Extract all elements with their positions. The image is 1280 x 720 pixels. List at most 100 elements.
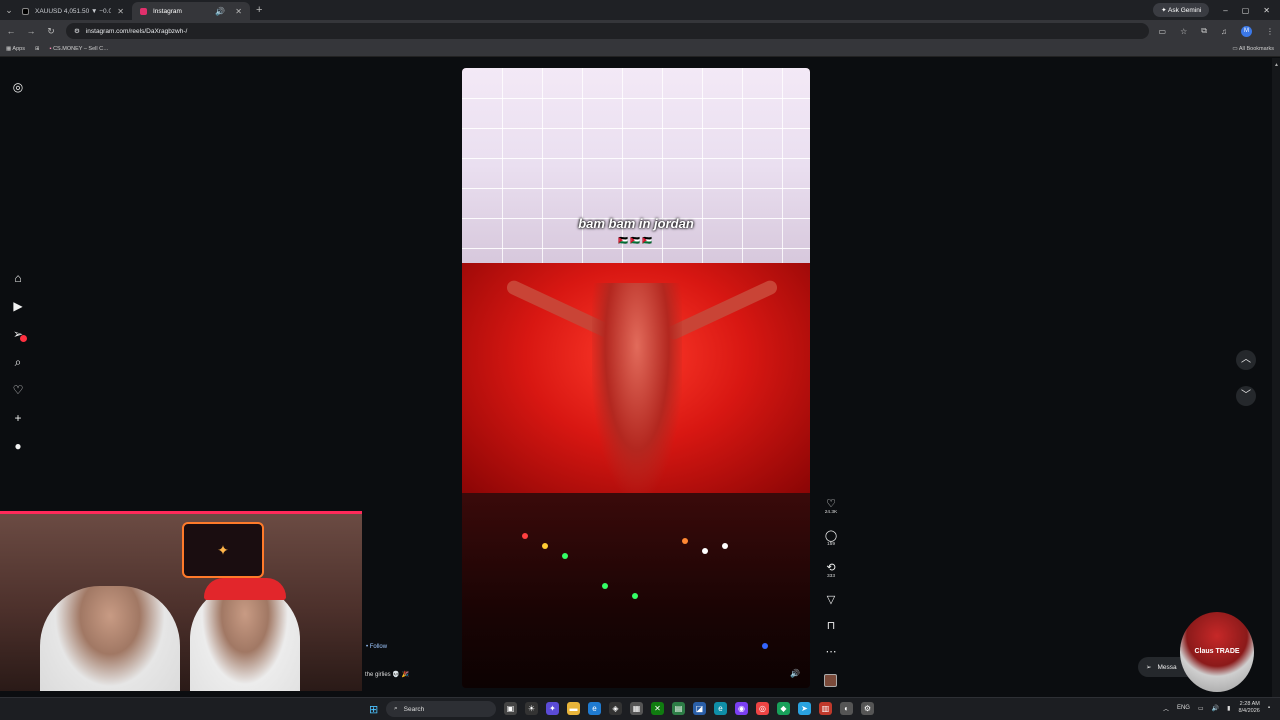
messenger-icon: ➢	[1146, 664, 1152, 671]
tab-xauusd[interactable]: XAUUSD 4,051.50 ▼ −0.09% C… ✕	[14, 2, 132, 20]
new-tab-button[interactable]: +	[256, 4, 262, 16]
grid-icon[interactable]: ⊞	[35, 46, 40, 52]
bookmark-csmoney[interactable]: ▪ CS.MONEY – Sell C…	[50, 46, 109, 52]
create-plus-icon[interactable]: +	[11, 411, 25, 425]
volume-icon[interactable]: 🔊	[1212, 705, 1219, 712]
minimize-icon[interactable]: –	[1223, 6, 1227, 15]
channel-logo-badge: Claus TRADE	[1180, 612, 1254, 692]
close-icon[interactable]: ✕	[235, 7, 242, 16]
messenger-app-icon[interactable]: ◉	[735, 702, 748, 715]
audio-thumbnail[interactable]	[824, 674, 837, 687]
search-icon[interactable]: ⌕	[11, 355, 25, 369]
system-tray: ︿ ENG ▭ 🔊 ▮ 2:28 AM 8/4/2026 ▪	[1163, 701, 1270, 715]
edge-app-icon[interactable]: e	[588, 702, 601, 715]
search-icon: ⌕	[394, 705, 398, 712]
more-dots-icon: ⋯	[825, 646, 837, 658]
comment-icon: ◯	[824, 530, 838, 542]
settings-icon[interactable]: ⚙	[861, 702, 874, 715]
tray-chevron-icon[interactable]: ︿	[1163, 704, 1169, 713]
instagram-icon	[140, 7, 147, 15]
like-button[interactable]: ♡ 24.3K	[820, 498, 842, 515]
scrollbar[interactable]: ▲	[1272, 58, 1280, 697]
bookmark-apps[interactable]: ▦ Apps	[6, 46, 25, 52]
extensions-icon[interactable]: ⧉	[1201, 26, 1207, 36]
all-bookmarks[interactable]: ▭ All Bookmarks	[1232, 46, 1274, 52]
bookmark-apps-label: Apps	[12, 46, 25, 52]
widgets-icon[interactable]: ☀	[525, 702, 538, 715]
like-count: 24.3K	[824, 510, 838, 515]
telegram-icon[interactable]: ➤	[798, 702, 811, 715]
instagram-logo-icon[interactable]: ◎	[11, 80, 25, 94]
chrome-icon[interactable]: ◎	[756, 702, 769, 715]
file-explorer-icon[interactable]: ▬	[567, 702, 580, 715]
back-icon[interactable]: ←	[6, 26, 16, 36]
tab-title: XAUUSD 4,051.50 ▼ −0.09% C…	[35, 7, 112, 15]
app-icon[interactable]: ▥	[819, 702, 832, 715]
notification-icon[interactable]: ▪	[1268, 705, 1270, 711]
windows-start-icon[interactable]: ⊞	[369, 703, 378, 716]
taskbar: ⊞ ⌕ Search ▣ ☀ ✦ ▬ e ◈ ▦ ✕ ▤ ◪ e ◉ ◎ ◆ ➤…	[0, 697, 1280, 720]
copilot-icon[interactable]: ✦	[546, 702, 559, 715]
bookmark-csmoney-label: CS.MONEY – Sell C…	[53, 46, 109, 52]
app-icon[interactable]: ◐	[840, 702, 853, 715]
reels-icon[interactable]: ▶	[11, 299, 25, 313]
profile-avatar[interactable]: ●	[11, 439, 25, 453]
comment-button[interactable]: ◯ 159	[820, 530, 842, 547]
send-icon: ▽	[826, 594, 836, 606]
close-icon[interactable]: ✕	[117, 7, 124, 16]
tab-title: Instagram	[153, 7, 182, 15]
all-bookmarks-label: All Bookmarks	[1238, 46, 1274, 52]
site-info-icon[interactable]: ⚙	[74, 27, 80, 35]
language-indicator[interactable]: ENG	[1177, 705, 1190, 711]
more-button[interactable]: ⋯	[820, 646, 842, 658]
scroll-up-icon[interactable]: ▲	[1274, 62, 1279, 70]
xbox-icon[interactable]: ✕	[651, 702, 664, 715]
clock-time: 2:28 AM	[1239, 701, 1260, 707]
edge-icon[interactable]: e	[714, 702, 727, 715]
task-view-icon[interactable]: ▣	[504, 702, 517, 715]
next-reel-button[interactable]: ﹀	[1236, 386, 1256, 406]
heart-icon: ♡	[826, 498, 836, 510]
reload-icon[interactable]: ↻	[46, 26, 56, 37]
app-icon[interactable]: ◈	[609, 702, 622, 715]
clock-date: 8/4/2026	[1238, 708, 1260, 714]
bookmark-icon: ⊓	[826, 620, 836, 632]
forward-icon[interactable]: →	[26, 26, 36, 36]
red-hat	[204, 578, 286, 600]
cast-icon[interactable]: ▭	[1159, 27, 1167, 36]
taskbar-search[interactable]: ⌕ Search	[386, 701, 496, 717]
ask-gemini-button[interactable]: ✦ Ask Gemini	[1153, 3, 1210, 17]
menu-icon[interactable]: ⋮	[1266, 27, 1274, 36]
app-icon[interactable]: ▤	[672, 702, 685, 715]
repost-button[interactable]: ⟲ 333	[820, 562, 842, 579]
follow-link[interactable]: • Follow	[366, 644, 387, 650]
app-icon[interactable]: ◪	[693, 702, 706, 715]
previous-reel-button[interactable]: ︿	[1236, 350, 1256, 370]
maximize-icon[interactable]: ▢	[1242, 6, 1250, 15]
led-ceiling	[462, 68, 810, 263]
reel-caption: bam bam in jordan	[578, 216, 694, 231]
clock[interactable]: 2:28 AM 8/4/2026	[1238, 701, 1259, 715]
battery-icon[interactable]: ▮	[1227, 705, 1230, 712]
reel-video[interactable]: bam bam in jordan 🇯🇴🇯🇴🇯🇴 🔊	[462, 68, 810, 688]
app-icon[interactable]: ▦	[630, 702, 643, 715]
home-icon[interactable]: ⌂	[11, 271, 25, 285]
tab-instagram[interactable]: Instagram 🔊 ✕	[132, 2, 250, 20]
messages-label: Messa	[1157, 663, 1177, 671]
tab-bar: ⌄ XAUUSD 4,051.50 ▼ −0.09% C… ✕ Instagra…	[0, 0, 1280, 20]
repost-count: 333	[826, 574, 835, 579]
save-button[interactable]: ⊓	[820, 620, 842, 632]
notifications-heart-icon[interactable]: ♡	[11, 383, 25, 397]
speaker-icon[interactable]: 🔊	[215, 7, 225, 16]
app-icon[interactable]: ◆	[777, 702, 790, 715]
volume-icon[interactable]: 🔊	[790, 669, 800, 678]
window-close-icon[interactable]: ✕	[1263, 6, 1270, 15]
share-button[interactable]: ▽	[820, 594, 842, 606]
bookmark-star-icon[interactable]: ☆	[1180, 27, 1187, 36]
repost-icon: ⟲	[826, 562, 836, 574]
url-bar[interactable]: ⚙ instagram.com/reels/DaXragbzwh-/	[66, 23, 1149, 39]
media-icon[interactable]: ♫	[1221, 27, 1227, 36]
network-icon[interactable]: ▭	[1198, 705, 1204, 712]
avatar[interactable]: M	[1241, 25, 1252, 37]
tab-list-icon[interactable]: ⌄	[4, 5, 14, 16]
